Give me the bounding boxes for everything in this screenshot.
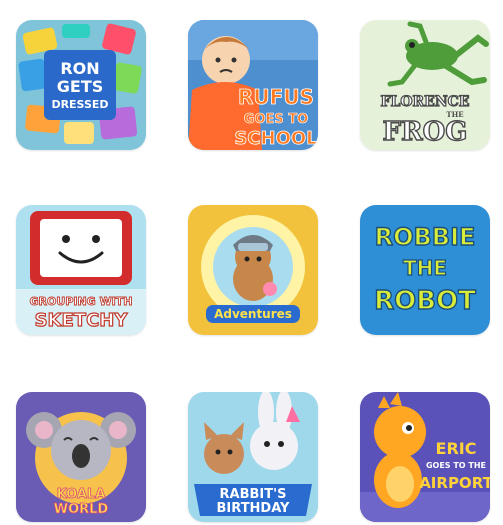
app-title-line-2: WORLD (54, 502, 109, 517)
app-title-line-1: FLORENCE (381, 94, 470, 110)
frog-icon: FLORENCE THE FROG (360, 20, 490, 150)
clothes-pile-icon: RON GETS DRESSED (16, 20, 146, 150)
app-icon-lil-critter-adventures[interactable]: Adventures (188, 205, 318, 335)
app-title-line-2: GOES TO THE (426, 461, 486, 470)
app-title-line-3: ROBOT (374, 286, 476, 316)
app-title-line-2: SKETCHY (35, 310, 129, 331)
boy-character-icon: RUFUS GOES TO SCHOOL (188, 20, 318, 150)
app-icon-florence-the-frog[interactable]: FLORENCE THE FROG (360, 20, 490, 150)
app-title-line-2: GETS (57, 77, 104, 96)
robot-title-icon: ROBBIE THE ROBOT (360, 205, 490, 335)
sketchy-easel-icon: GROUPING WITH SKETCHY (16, 205, 146, 335)
app-title-line-2: THE (403, 256, 447, 280)
app-icon-rufus-goes-to-school[interactable]: RUFUS GOES TO SCHOOL (188, 20, 318, 150)
app-title-line-1: ERIC (436, 439, 477, 458)
app-icon-eric-goes-to-the-airport[interactable]: ERIC GOES TO THE AIRPORT (360, 392, 490, 522)
app-title-line-3: SCHOOL (234, 128, 317, 149)
squirrel-pilot-icon: Adventures (188, 205, 318, 335)
app-title-line-1: GROUPING WITH (30, 295, 133, 308)
app-title-line-3: FROG (383, 117, 468, 147)
app-icon-robbie-the-robot[interactable]: ROBBIE THE ROBOT (360, 205, 490, 335)
app-title-line-3: DRESSED (51, 98, 108, 111)
app-icon-grid: RON GETS DRESSED RUFUS GOES TO SCHOOL FL… (0, 0, 503, 525)
app-title-line-1: Adventures (214, 307, 292, 321)
app-icon-grouping-with-sketchy[interactable]: GROUPING WITH SKETCHY (16, 205, 146, 335)
koala-icon: KOALA WORLD (16, 392, 146, 522)
app-title-line-2: BIRTHDAY (217, 501, 291, 516)
app-icon-koala-world[interactable]: KOALA WORLD (16, 392, 146, 522)
app-title-line-1: RUFUS (238, 85, 314, 109)
dinosaur-icon: ERIC GOES TO THE AIRPORT (360, 392, 490, 522)
app-title-line-1: ROBBIE (375, 223, 476, 251)
app-icon-ron-gets-dressed[interactable]: RON GETS DRESSED (16, 20, 146, 150)
app-title-line-1: RON (60, 59, 99, 78)
app-title-line-3: AIRPORT (419, 474, 490, 492)
app-icon-rabbits-birthday[interactable]: RABBIT'S BIRTHDAY (188, 392, 318, 522)
app-title-line-1: KOALA (57, 487, 106, 502)
rabbit-icon: RABBIT'S BIRTHDAY (188, 392, 318, 522)
app-title-line-1: RABBIT'S (220, 487, 287, 502)
app-title-line-2: GOES TO (244, 112, 308, 127)
